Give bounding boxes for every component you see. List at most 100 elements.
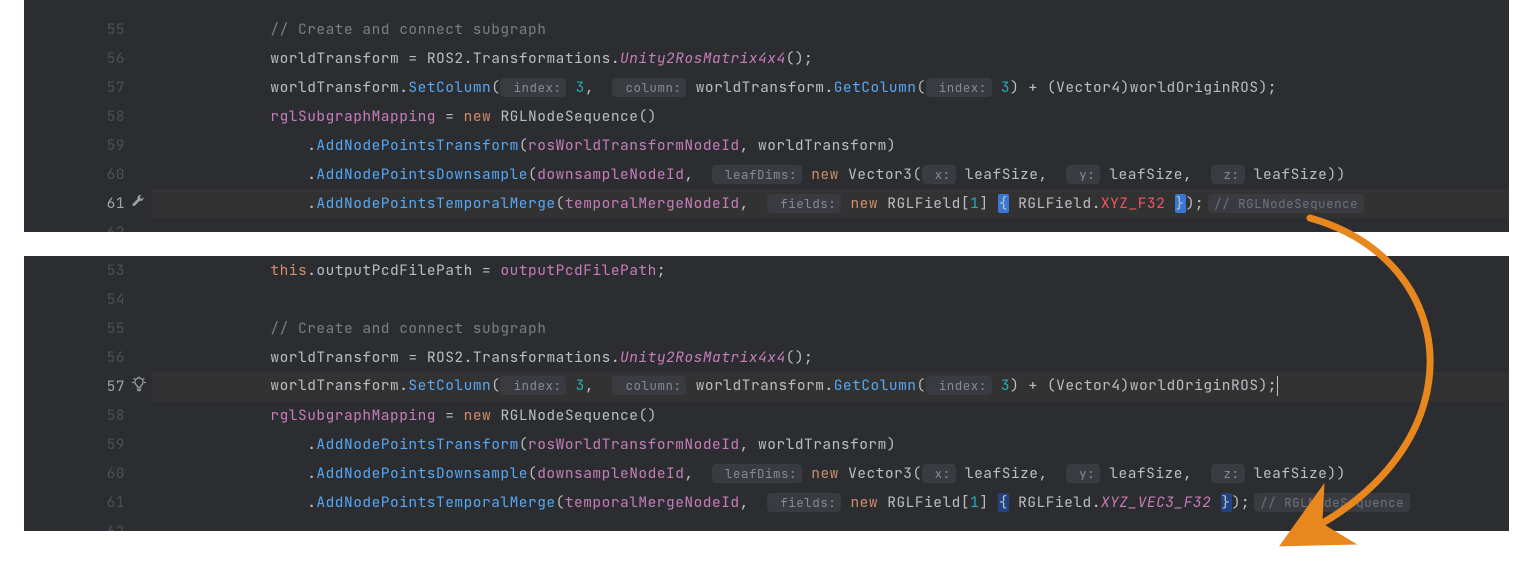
- token-op: [1100, 165, 1109, 184]
- token-op: .: [825, 78, 834, 97]
- gutter[interactable]: 56: [24, 343, 152, 372]
- gutter[interactable]: 55: [24, 15, 152, 44]
- code-line[interactable]: 58 rglSubgraphMapping = new RGLNodeSeque…: [24, 102, 1509, 131]
- code-line[interactable]: 60 .AddNodePointsDownsample(downsampleNo…: [24, 459, 1509, 488]
- code-content[interactable]: worldTransform = ROS2.Transformations.Un…: [152, 49, 1509, 68]
- code-content[interactable]: worldTransform = ROS2.Transformations.Un…: [152, 348, 1509, 367]
- token-op: .: [825, 376, 834, 395]
- code-content[interactable]: this.outputPcdFilePath = outputPcdFilePa…: [152, 261, 1509, 280]
- code-line[interactable]: 61 .AddNodePointsTemporalMerge(temporalM…: [24, 488, 1509, 517]
- token-op: ,: [684, 464, 712, 483]
- gutter[interactable]: 59: [24, 430, 152, 459]
- gutter[interactable]: 56: [24, 44, 152, 73]
- code-content[interactable]: worldTransform.SetColumn( index: 3, colu…: [152, 376, 1509, 396]
- token-op: ,: [1039, 464, 1067, 483]
- token-op: [1165, 194, 1174, 213]
- code-line[interactable]: 61 .AddNodePointsTemporalMerge(temporalM…: [24, 189, 1509, 218]
- line-number: 62: [107, 522, 125, 531]
- code-line[interactable]: 62: [24, 517, 1509, 531]
- gutter[interactable]: 58: [24, 401, 152, 430]
- lightbulb-icon[interactable]: [131, 376, 147, 397]
- gutter[interactable]: 58: [24, 102, 152, 131]
- code-line[interactable]: 56 worldTransform = ROS2.Transformations…: [24, 44, 1509, 73]
- code-content[interactable]: .AddNodePointsDownsample(downsampleNodeI…: [152, 464, 1509, 483]
- token-paramhint: leafDims:: [712, 464, 802, 483]
- token-ident: leafSize: [965, 464, 1039, 483]
- line-number: 54: [107, 290, 125, 309]
- wrench-icon[interactable]: [131, 193, 147, 214]
- token-num: 3: [566, 376, 584, 395]
- token-ident: leafSize: [1254, 464, 1328, 483]
- code-line[interactable]: 62: [24, 218, 1509, 232]
- line-number: 55: [107, 319, 125, 338]
- code-line[interactable]: 57 worldTransform.SetColumn( index: 3, c…: [24, 372, 1509, 401]
- gutter[interactable]: 57: [24, 372, 152, 401]
- code-content[interactable]: // Create and connect subgraph: [152, 20, 1509, 39]
- code-line[interactable]: 55 // Create and connect subgraph: [24, 15, 1509, 44]
- token-op: ,: [1183, 464, 1211, 483]
- gutter[interactable]: 59: [24, 131, 152, 160]
- token-ident: leafSize: [1109, 464, 1183, 483]
- code-line[interactable]: 54: [24, 285, 1509, 314]
- code-content[interactable]: worldTransform.SetColumn( index: 3, colu…: [152, 78, 1509, 97]
- code-line[interactable]: 59 .AddNodePointsTransform(rosWorldTrans…: [24, 131, 1509, 160]
- line-number: 58: [107, 107, 125, 126]
- code-content[interactable]: [152, 290, 1509, 309]
- gutter[interactable]: 57: [24, 73, 152, 102]
- code-line[interactable]: 55 // Create and connect subgraph: [24, 314, 1509, 343]
- code-line[interactable]: 59 .AddNodePointsTransform(rosWorldTrans…: [24, 430, 1509, 459]
- token-op: .: [611, 348, 620, 367]
- code-content[interactable]: .AddNodePointsTemporalMerge(temporalMerg…: [152, 493, 1509, 512]
- code-line[interactable]: 57 worldTransform.SetColumn( index: 3, c…: [24, 73, 1509, 102]
- code-line[interactable]: 56 worldTransform = ROS2.Transformations…: [24, 343, 1509, 372]
- gutter[interactable]: 60: [24, 459, 152, 488]
- code-content[interactable]: // Create and connect subgraph: [152, 319, 1509, 338]
- code-content[interactable]: rglSubgraphMapping = new RGLNodeSequence…: [152, 406, 1509, 425]
- gutter[interactable]: 62: [24, 517, 152, 531]
- token-op: ,: [740, 493, 768, 512]
- gutter[interactable]: 62: [24, 218, 152, 232]
- token-paramhint: index:: [500, 376, 566, 395]
- code-line[interactable]: 58 rglSubgraphMapping = new RGLNodeSeque…: [24, 401, 1509, 430]
- token-method: AddNodePointsTransform: [316, 136, 518, 155]
- gutter[interactable]: 61: [24, 488, 152, 517]
- gutter[interactable]: 53: [24, 256, 152, 285]
- gutter[interactable]: 54: [24, 0, 152, 4]
- token-ident: worldTransform: [758, 435, 887, 454]
- token-ident: worldTransform: [270, 376, 399, 395]
- token-num: 3: [566, 78, 584, 97]
- code-content[interactable]: .AddNodePointsTemporalMerge(temporalMerg…: [152, 194, 1509, 213]
- code-content[interactable]: .AddNodePointsDownsample(downsampleNodeI…: [152, 165, 1509, 184]
- token-param: rosWorldTransformNodeId: [528, 435, 740, 454]
- code-content[interactable]: .AddNodePointsTransform(rosWorldTransfor…: [152, 435, 1509, 454]
- gutter[interactable]: 60: [24, 160, 152, 189]
- token-param: outputPcdFilePath: [500, 261, 656, 280]
- token-keyword: new: [464, 406, 492, 425]
- token-ident: worldTransform: [758, 136, 887, 155]
- token-op: ]: [979, 493, 997, 512]
- token-keyword: new: [811, 165, 839, 184]
- token-op: ) + (: [1010, 376, 1056, 395]
- code-editor-bottom[interactable]: 53 this.outputPcdFilePath = outputPcdFil…: [24, 256, 1509, 531]
- token-ident: outputPcdFilePath: [316, 261, 472, 280]
- code-line[interactable]: 54: [24, 0, 1509, 4]
- token-op: [956, 165, 965, 184]
- code-content[interactable]: .AddNodePointsTransform(rosWorldTransfor…: [152, 136, 1509, 155]
- token-static: Unity2RosMatrix4x4: [620, 348, 786, 367]
- gutter[interactable]: 55: [24, 314, 152, 343]
- gutter[interactable]: 54: [24, 285, 152, 314]
- token-ident: Vector4: [1056, 78, 1120, 97]
- token-op: .: [611, 49, 620, 68]
- token-op: [802, 464, 811, 483]
- code-content[interactable]: rglSubgraphMapping = new RGLNodeSequence…: [152, 107, 1509, 126]
- code-line[interactable]: 53 this.outputPcdFilePath = outputPcdFil…: [24, 256, 1509, 285]
- gutter[interactable]: 61: [24, 189, 152, 218]
- line-number: 57: [107, 377, 125, 396]
- token-num: 3: [992, 78, 1010, 97]
- code-line[interactable]: 60 .AddNodePointsDownsample(downsampleNo…: [24, 160, 1509, 189]
- token-ident: worldOriginROS: [1130, 78, 1259, 97]
- code-editor-top[interactable]: 54 55 // Create and connect subgraph56 w…: [24, 0, 1509, 232]
- token-paramhint: column:: [612, 78, 686, 97]
- token-keyword: new: [464, 107, 492, 126]
- token-comment: // Create and connect subgraph: [270, 319, 546, 338]
